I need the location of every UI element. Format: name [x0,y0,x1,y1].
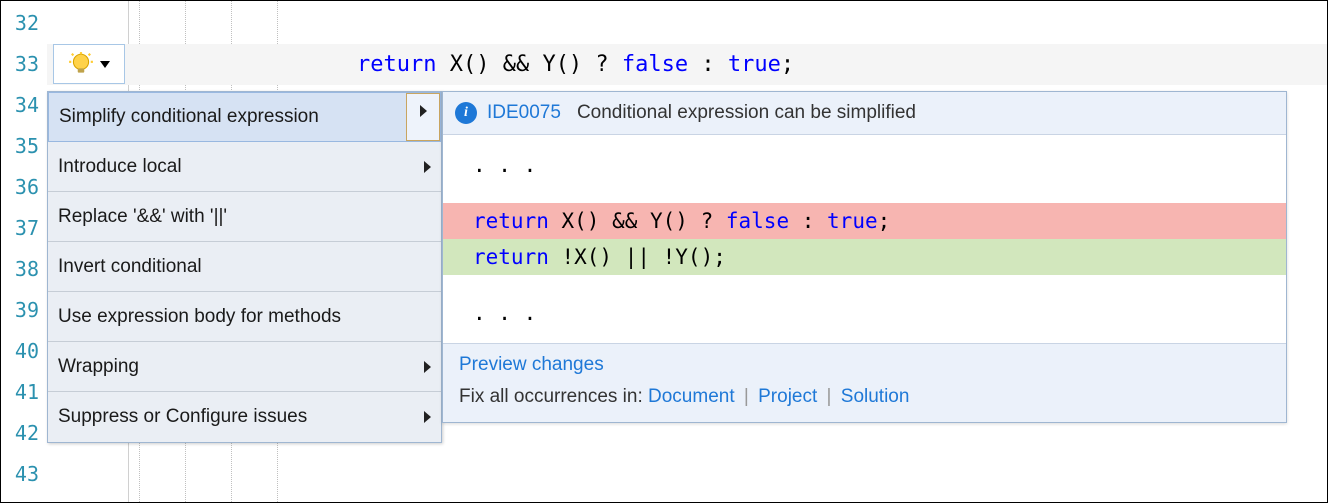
line-number: 33 [1,44,47,85]
separator: | [744,386,754,407]
menu-item-expression-body[interactable]: Use expression body for methods [48,292,441,342]
preview-changes-link[interactable]: Preview changes [459,354,604,375]
preview-footer: Preview changes Fix all occurrences in: … [443,343,1286,422]
chevron-right-icon [424,411,431,423]
line-number: 43 [1,454,47,495]
submenu-indicator[interactable] [406,93,440,141]
line-number: 40 [1,331,47,372]
line-number: 41 [1,372,47,413]
menu-item-label: Invert conditional [58,256,202,278]
diff-context: . . . [443,295,1286,331]
preview-header: i IDE0075 Conditional expression can be … [443,92,1286,135]
menu-item-introduce-local[interactable]: Introduce local [48,142,441,192]
diff-removed-line: return X() && Y() ? false : true; [443,203,1286,239]
menu-item-replace-and-or[interactable]: Replace '&&' with '||' [48,192,441,242]
line-number: 42 [1,413,47,454]
refactor-preview-panel: i IDE0075 Conditional expression can be … [442,91,1287,423]
chevron-down-icon [100,61,110,68]
code-text: ; [781,52,794,77]
line-number: 32 [1,3,47,44]
line-number: 37 [1,208,47,249]
code-text: : [688,52,728,77]
diff-context: . . . [443,147,1286,183]
separator: | [827,386,837,407]
menu-item-simplify-conditional[interactable]: Simplify conditional expression [48,92,441,142]
diff-view: . . . return X() && Y() ? false : true; … [443,135,1286,343]
menu-item-label: Wrapping [58,356,139,378]
line-number-gutter: 32 33 34 35 36 37 38 39 40 41 42 43 [1,1,47,502]
line-number: 34 [1,85,47,126]
lightbulb-icon [68,51,94,77]
diagnostic-description: Conditional expression can be simplified [577,102,916,124]
code-line-33[interactable]: return X() && Y() ? false : true; [47,44,1327,85]
menu-item-label: Introduce local [58,156,182,178]
chevron-right-icon [424,361,431,373]
keyword-true: true [728,52,781,77]
menu-item-label: Replace '&&' with '||' [58,206,227,228]
fix-solution-link[interactable]: Solution [841,386,910,407]
keyword-false: false [622,52,688,77]
diff-added-line: return !X() || !Y(); [443,239,1286,275]
menu-item-invert-conditional[interactable]: Invert conditional [48,242,441,292]
fix-document-link[interactable]: Document [648,386,735,407]
chevron-right-icon [424,161,431,173]
diagnostic-id-link[interactable]: IDE0075 [487,102,561,124]
keyword-return: return [357,52,436,77]
code-text: X() && Y() ? [436,52,621,77]
quick-actions-menu: Simplify conditional expression Introduc… [47,91,442,443]
menu-item-label: Use expression body for methods [58,306,341,328]
quick-actions-button[interactable] [53,44,125,84]
fix-project-link[interactable]: Project [758,386,817,407]
chevron-right-icon [420,105,427,117]
menu-item-label: Simplify conditional expression [59,106,319,128]
info-icon: i [455,102,477,124]
line-number: 38 [1,249,47,290]
line-number: 35 [1,126,47,167]
menu-item-label: Suppress or Configure issues [58,406,307,428]
line-number: 39 [1,290,47,331]
fix-occurrences-label: Fix all occurrences in: [459,386,648,407]
line-number: 36 [1,167,47,208]
menu-item-suppress-configure[interactable]: Suppress or Configure issues [48,392,441,442]
menu-item-wrapping[interactable]: Wrapping [48,342,441,392]
